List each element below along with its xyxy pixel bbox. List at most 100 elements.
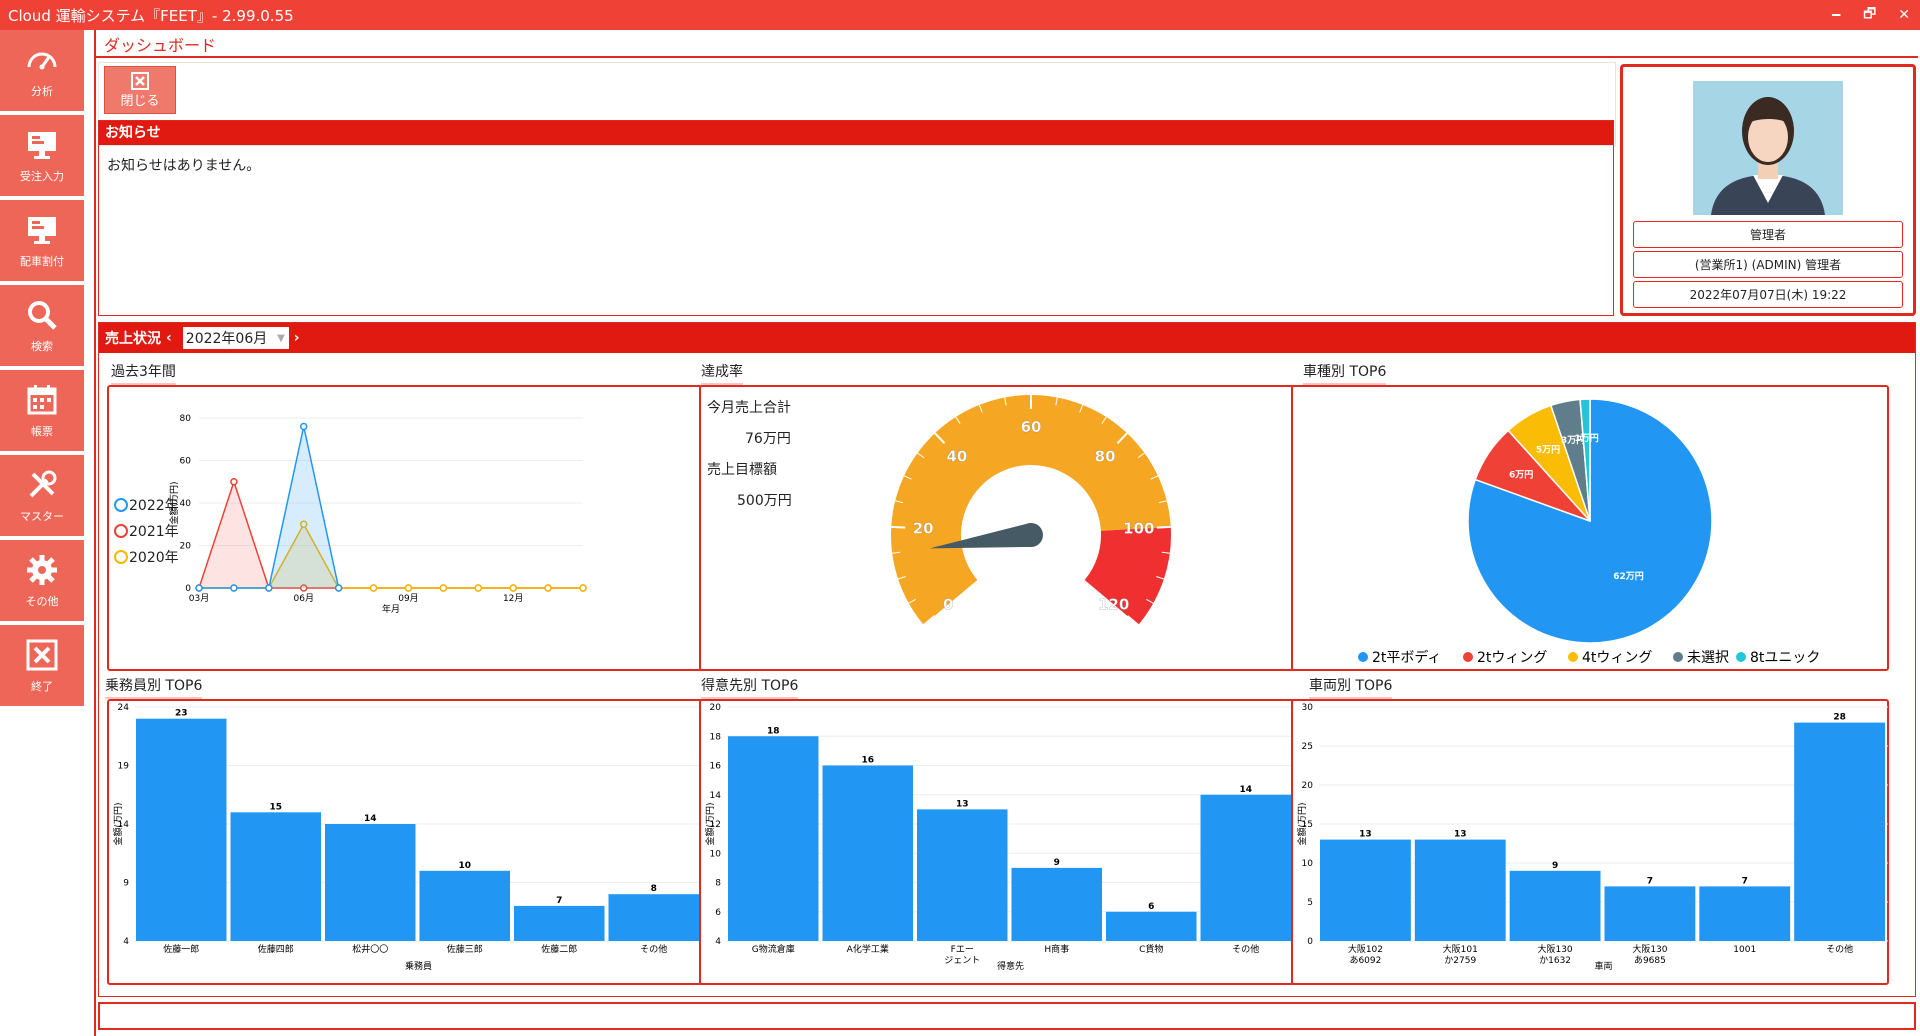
x-tick-label: 佐藤四郎 bbox=[258, 943, 294, 955]
gear-icon bbox=[27, 554, 57, 585]
bar bbox=[1509, 870, 1601, 941]
x-tick-label: あ6092 bbox=[1349, 955, 1381, 966]
sidebar-item-label: 帳票 bbox=[31, 424, 53, 438]
bar bbox=[1794, 722, 1885, 941]
data-point bbox=[299, 422, 308, 431]
close-window-icon[interactable]: ✕ bbox=[1898, 7, 1910, 23]
y-tick-label: 20 bbox=[710, 703, 722, 713]
bar bbox=[1320, 839, 1411, 941]
y-tick-label: 80 bbox=[180, 414, 192, 424]
x-tick-label: 06月 bbox=[294, 593, 314, 604]
y-tick-label: 19 bbox=[118, 762, 130, 772]
profile-card: 管理者 (営業所1) (ADMIN) 管理者 2022年07月07日(木) 19… bbox=[1620, 64, 1916, 316]
bar bbox=[608, 894, 699, 941]
legend-marker bbox=[1358, 652, 1368, 662]
y-tick-label: 14 bbox=[710, 791, 722, 801]
prev-month-button[interactable]: ‹ bbox=[161, 330, 177, 346]
bar bbox=[419, 870, 510, 941]
monitor-icon bbox=[28, 131, 56, 159]
gauge-tick-label: 20 bbox=[913, 520, 934, 538]
sidebar-item-master[interactable]: マスター bbox=[0, 455, 84, 538]
bar-chart-svg: 051015202530金額(万円) 13大阪102あ609213大阪101か27… bbox=[1296, 703, 1888, 972]
bar bbox=[1699, 886, 1791, 941]
gauge-tick-label: 40 bbox=[946, 447, 967, 465]
sidebar-item-label: その他 bbox=[25, 594, 59, 608]
bar-value-label: 13 bbox=[1454, 830, 1467, 840]
chart-title-vehicle: 車両別 TOP6 bbox=[1309, 675, 1393, 699]
gauge-tick bbox=[891, 525, 906, 529]
legend-label: 2tウィング bbox=[1477, 650, 1547, 666]
bar bbox=[822, 765, 913, 941]
x-tick-label: 1001 bbox=[1733, 945, 1756, 955]
y-tick-label: 20 bbox=[1302, 781, 1314, 791]
y-tick-label: 9 bbox=[123, 879, 129, 889]
x-axis-label: 得意先 bbox=[997, 960, 1024, 972]
x-tick-label: その他 bbox=[1826, 943, 1853, 955]
bar-value-label: 8 bbox=[651, 884, 657, 894]
sidebar-item-other[interactable]: その他 bbox=[0, 540, 84, 623]
x-tick-label: 大阪130 bbox=[1537, 943, 1572, 955]
gauge-hub bbox=[1019, 523, 1043, 547]
y-tick-label: 25 bbox=[1302, 742, 1313, 752]
pie-chart-svg: 62万円6万円5万円3万円1万円2t平ボディ 2tウィング 4tウィング 未選択 8tユ… bbox=[1358, 398, 1820, 666]
x-tick-label: A化学工業 bbox=[847, 943, 889, 955]
bar bbox=[1106, 911, 1197, 941]
sidebar-item-order-entry[interactable]: 受注入力 bbox=[0, 115, 84, 198]
data-point bbox=[265, 584, 273, 592]
legend-label: 4tウィング bbox=[1582, 650, 1652, 666]
notice-header: お知らせ bbox=[99, 121, 1613, 145]
sidebar-item-label: マスター bbox=[20, 509, 64, 523]
y-axis-label: 金額(万円) bbox=[1296, 802, 1308, 845]
legend-marker bbox=[1736, 652, 1746, 662]
next-month-button[interactable]: › bbox=[289, 330, 305, 346]
minimize-icon[interactable]: 🗕 bbox=[1831, 3, 1841, 27]
sidebar-item-search[interactable]: 検索 bbox=[0, 285, 84, 368]
bar-chart-svg: 468101214161820金額(万円)18G物流倉庫16A化学工業13Fエー… bbox=[704, 703, 1294, 972]
sidebar-item-dispatch[interactable]: 配車割付 bbox=[0, 200, 84, 283]
data-point bbox=[369, 584, 378, 592]
sidebar-item-reports[interactable]: 帳票 bbox=[0, 370, 84, 453]
y-tick-label: 10 bbox=[710, 849, 722, 859]
chart-title-crew: 乗務員別 TOP6 bbox=[105, 675, 203, 699]
close-button[interactable]: 閉じる bbox=[104, 66, 176, 114]
data-point bbox=[474, 584, 483, 592]
y-tick-label: 24 bbox=[118, 703, 130, 713]
x-tick-label: 松井〇〇 bbox=[352, 943, 388, 955]
chart-title-customer: 得意先別 TOP6 bbox=[701, 675, 799, 699]
data-point bbox=[230, 584, 238, 592]
sidebar-item-label: 配車割付 bbox=[20, 254, 64, 268]
title-bar: Cloud 運輸システム『FEET』- 2.99.0.55 🗕 🗗 ✕ bbox=[0, 0, 1920, 30]
y-tick-label: 30 bbox=[1302, 703, 1314, 713]
tools-icon bbox=[29, 470, 57, 497]
area-1 bbox=[199, 481, 583, 588]
chart-title-past3years: 過去3年間 bbox=[111, 361, 176, 385]
gauge-svg: 0 20 40 60 80 100 120 bbox=[891, 395, 1171, 626]
divider bbox=[96, 56, 1918, 58]
crew-chart: 4 9 14 19 24 金額(万円) 23 佐藤一郎 15 佐藤四郎 14 松井〇〇 10 佐藤三郎 7 佐… bbox=[107, 699, 703, 985]
x-tick-label: 03月 bbox=[189, 593, 209, 604]
data-point bbox=[579, 584, 587, 592]
x-tick-label: その他 bbox=[640, 943, 667, 955]
gauge-tick-label: 100 bbox=[1123, 520, 1154, 538]
legend-label: 8tユニック bbox=[1750, 650, 1820, 666]
chart-title-vehicle-type: 車種別 TOP6 bbox=[1303, 361, 1387, 385]
y-tick-label: 10 bbox=[1302, 859, 1314, 869]
month-select[interactable]: 2022年06月 ▼ bbox=[182, 327, 289, 349]
bar bbox=[325, 824, 416, 941]
sidebar: 分析 受注入力 配車割付 検索 帳票 マスター その他 終了 bbox=[0, 30, 84, 1036]
notice-text: お知らせはありません。 bbox=[107, 158, 261, 174]
x-tick-label: 大阪101 bbox=[1443, 943, 1478, 955]
sidebar-item-exit[interactable]: 終了 bbox=[0, 625, 84, 708]
data-point bbox=[509, 584, 517, 592]
gauge-tick-label: 0 bbox=[943, 595, 953, 613]
bar bbox=[1414, 839, 1506, 941]
past3years-chart: 2022年 2021年 2020年 0 20 40 60 80 03月 06月 09月 12月年… bbox=[107, 385, 703, 671]
y-axis-label: 金額(万円) bbox=[168, 481, 180, 524]
bar-value-label: 15 bbox=[269, 802, 282, 812]
y-tick-label: 4 bbox=[715, 937, 721, 947]
y-axis-label: 金額(万円) bbox=[112, 802, 124, 845]
restore-icon[interactable]: 🗗 bbox=[1863, 3, 1876, 27]
sidebar-item-analysis[interactable]: 分析 bbox=[0, 30, 84, 113]
chevron-down-icon: ▼ bbox=[277, 332, 285, 344]
gauge-tick bbox=[1156, 525, 1171, 529]
